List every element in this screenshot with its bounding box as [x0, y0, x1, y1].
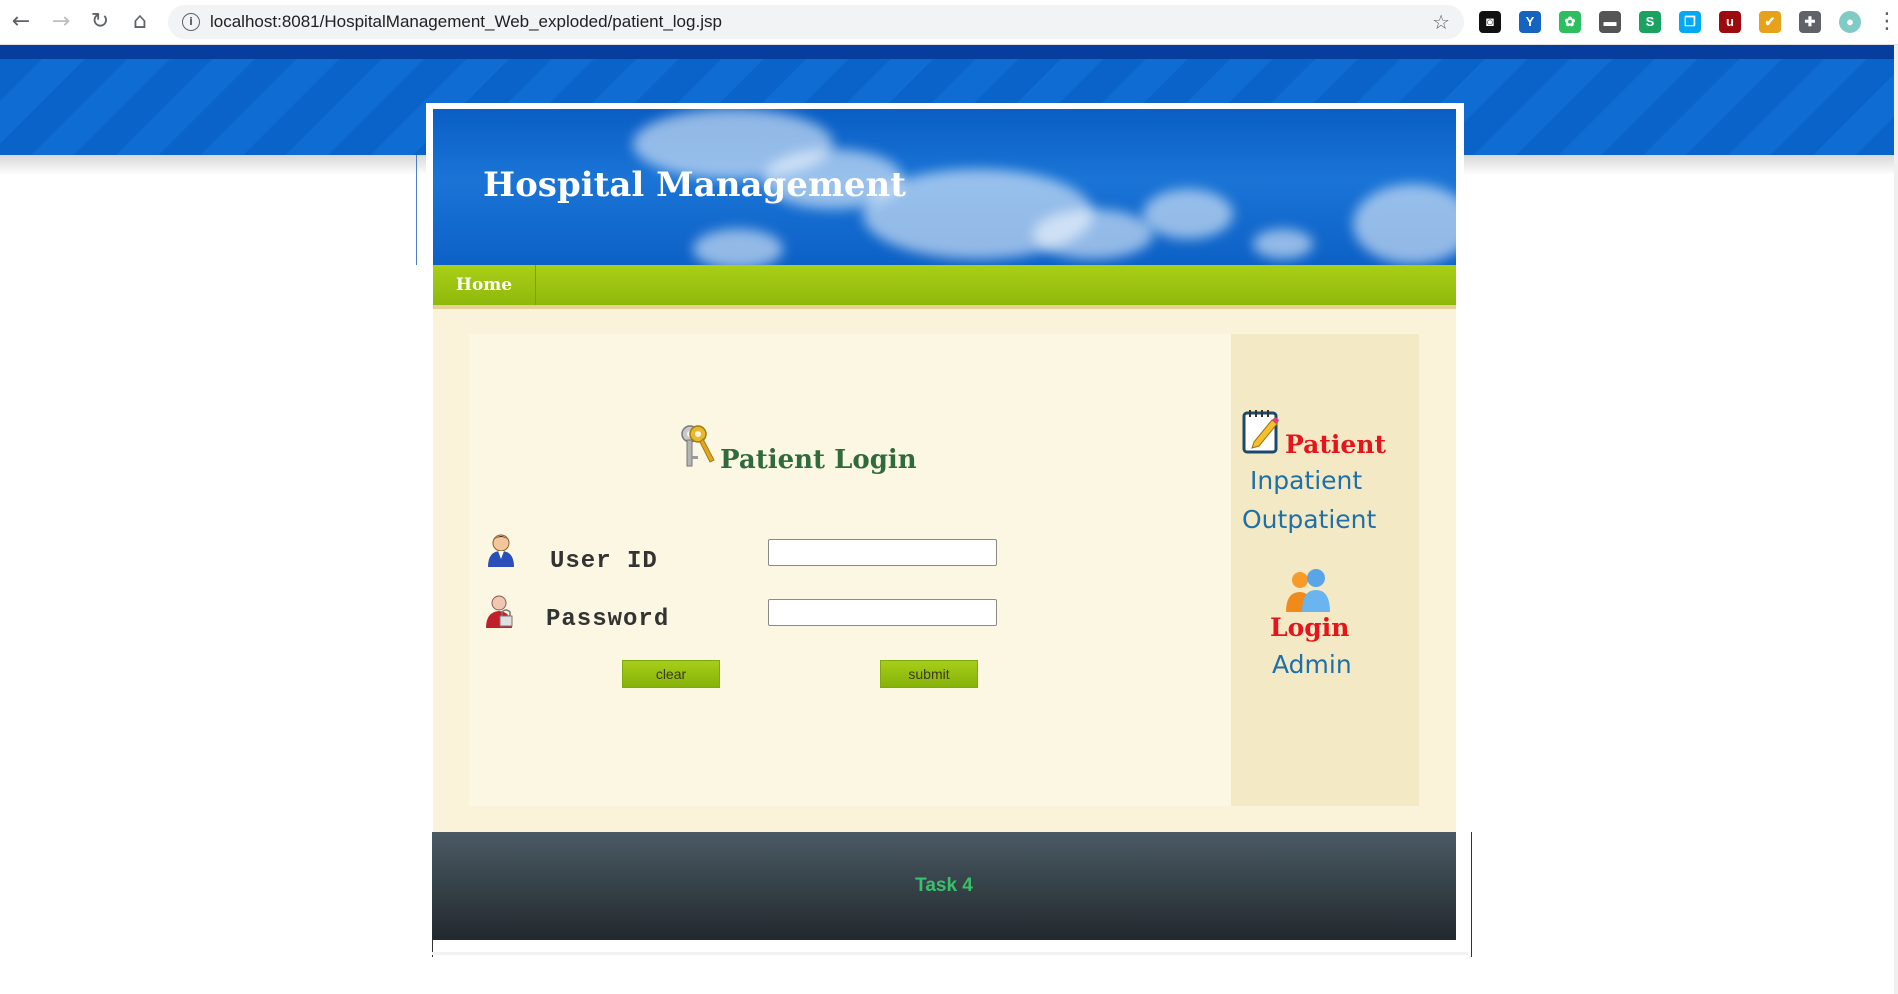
footer-text: Task 4 [915, 875, 973, 896]
ext-ublock-icon[interactable]: u [1719, 11, 1741, 33]
bottom-strip [432, 952, 1468, 955]
ext-s-icon[interactable]: S [1639, 11, 1661, 33]
clear-button[interactable]: clear [622, 660, 720, 688]
menu-kebab-icon[interactable]: ⋮ [1875, 10, 1898, 34]
submit-button[interactable]: submit [880, 660, 978, 688]
extensions-puzzle-icon[interactable]: ✚ [1799, 11, 1821, 33]
sidebar-patient-heading: Patient [1285, 430, 1387, 459]
notepad-icon [1242, 410, 1279, 454]
footer-border [1471, 832, 1472, 957]
password-user-icon [486, 595, 513, 628]
forward-icon[interactable]: → [49, 10, 73, 34]
user-id-input[interactable] [768, 539, 997, 566]
address-bar[interactable]: i localhost:8081/HospitalManagement_Web_… [168, 5, 1464, 39]
ext-copy-icon[interactable]: ❐ [1679, 11, 1701, 33]
back-icon[interactable]: ← [9, 10, 33, 34]
login-title: Patient Login [720, 445, 917, 475]
nav-home-link[interactable]: Home [433, 265, 536, 305]
sidebar-login-heading: Login [1270, 613, 1350, 642]
ext-incognito-icon[interactable]: ◙ [1479, 11, 1501, 33]
home-icon[interactable]: ⌂ [128, 10, 152, 34]
sidebar-link-admin[interactable]: Admin [1272, 650, 1352, 679]
reload-icon[interactable]: ↻ [88, 10, 112, 34]
user-id-label: User ID [550, 548, 658, 575]
keys-icon [681, 425, 715, 467]
site-title: Hospital Management [483, 165, 906, 205]
password-label: Password [546, 606, 670, 633]
ext-y-icon[interactable]: Y [1519, 11, 1541, 33]
frame-line [416, 155, 417, 265]
url-text[interactable]: localhost:8081/HospitalManagement_Web_ex… [210, 5, 722, 39]
profile-avatar-icon[interactable]: ● [1839, 11, 1861, 33]
browser-toolbar: ← → ↻ ⌂ i localhost:8081/HospitalManagem… [0, 0, 1898, 45]
ext-evernote-icon[interactable]: ✿ [1559, 11, 1581, 33]
ext-car-icon[interactable]: ▬ [1599, 11, 1621, 33]
site-footer: Task 4 [432, 832, 1456, 940]
user-icon [488, 534, 514, 567]
nav-menu: Home [433, 265, 1456, 309]
site-header: Hospital Management [433, 109, 1456, 265]
bookmark-star-icon[interactable]: ☆ [1432, 5, 1450, 39]
scrollbar[interactable] [1894, 45, 1898, 994]
ext-chrome-icon[interactable]: ✔ [1759, 11, 1781, 33]
sidebar-link-inpatient[interactable]: Inpatient [1250, 466, 1362, 495]
site-info-icon[interactable]: i [182, 13, 200, 31]
users-icon [1286, 569, 1330, 612]
password-input[interactable] [768, 599, 997, 626]
sidebar-link-outpatient[interactable]: Outpatient [1242, 505, 1376, 534]
